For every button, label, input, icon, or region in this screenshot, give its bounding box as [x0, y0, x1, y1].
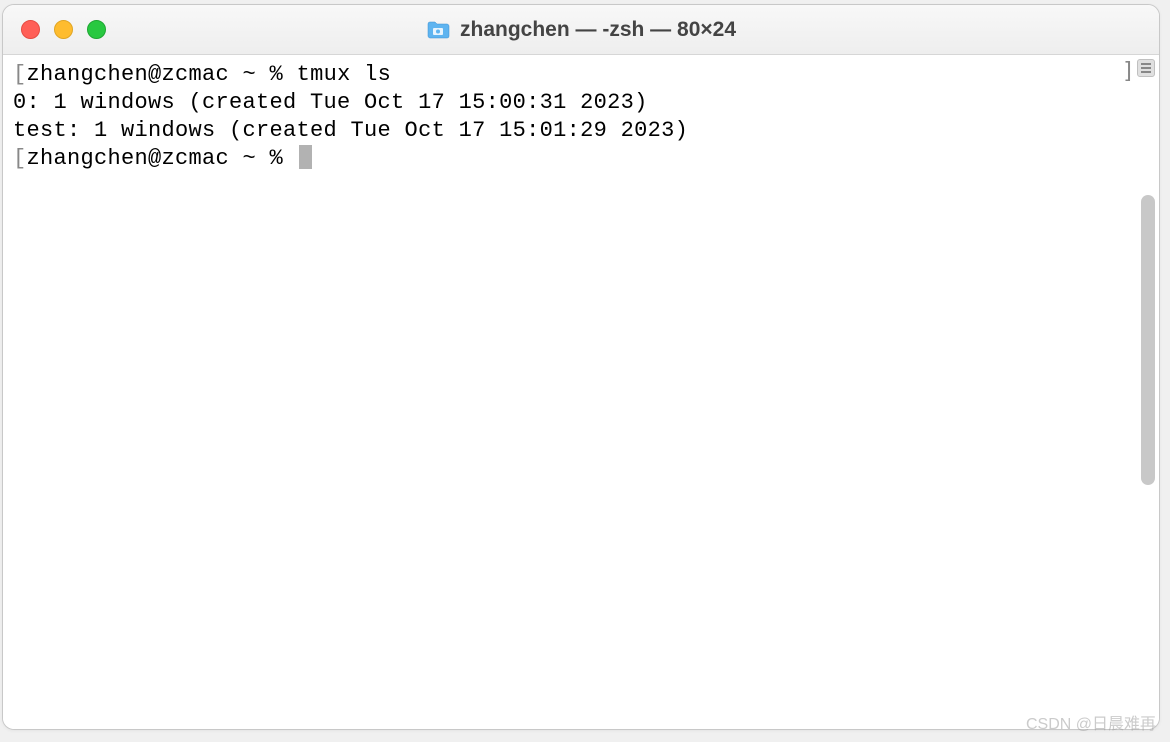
prompt: zhangchen@zcmac ~ %	[27, 62, 297, 87]
close-button[interactable]	[21, 20, 40, 39]
terminal-window: zhangchen — -zsh — 80×24 [zhangchen@zcma…	[2, 4, 1160, 730]
cursor	[299, 145, 312, 169]
title-container: zhangchen — -zsh — 80×24	[426, 18, 736, 42]
maximize-button[interactable]	[87, 20, 106, 39]
terminal-content[interactable]: [zhangchen@zcmac ~ % tmux ls0: 1 windows…	[3, 55, 1159, 179]
folder-icon	[426, 20, 450, 40]
terminal-line: test: 1 windows (created Tue Oct 17 15:0…	[13, 117, 1149, 145]
bracket-open: [	[13, 62, 27, 87]
minimize-button[interactable]	[54, 20, 73, 39]
output-text: test: 1 windows (created Tue Oct 17 15:0…	[13, 118, 688, 143]
scrollbar-track[interactable]	[1137, 55, 1159, 729]
window-title: zhangchen — -zsh — 80×24	[460, 18, 736, 42]
watermark: CSDN @日晨难再	[1026, 710, 1156, 734]
scrollbar-thumb[interactable]	[1141, 195, 1155, 485]
output-text: 0: 1 windows (created Tue Oct 17 15:00:3…	[13, 90, 648, 115]
terminal-line: [zhangchen@zcmac ~ % tmux ls	[13, 61, 1149, 89]
terminal-line: 0: 1 windows (created Tue Oct 17 15:00:3…	[13, 89, 1149, 117]
bracket-close: ]	[1122, 59, 1135, 84]
bracket-open: [	[13, 146, 27, 171]
titlebar[interactable]: zhangchen — -zsh — 80×24	[3, 5, 1159, 55]
terminal-line: [zhangchen@zcmac ~ %	[13, 145, 1149, 173]
terminal-body[interactable]: [zhangchen@zcmac ~ % tmux ls0: 1 windows…	[3, 55, 1159, 729]
traffic-lights	[3, 20, 106, 39]
prompt: zhangchen@zcmac ~ %	[27, 146, 297, 171]
command-text: tmux ls	[297, 62, 392, 87]
